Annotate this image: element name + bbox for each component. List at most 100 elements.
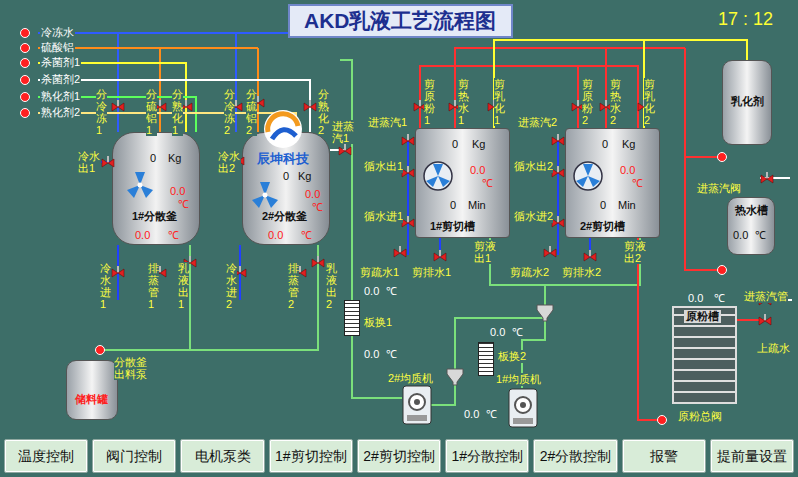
inlet-valve-icon[interactable] — [20, 108, 30, 118]
valve-label: 上疏水 — [757, 342, 790, 355]
funnel-icon — [446, 368, 464, 386]
company-logo: 辰坤科技 — [257, 151, 309, 166]
valve-icon[interactable] — [393, 246, 407, 258]
reading-value: 0.0 — [170, 185, 185, 198]
reading-unit: ℃ — [632, 177, 643, 190]
valve-label: 剪原粉1 — [424, 78, 435, 126]
inlet-valve-icon[interactable] — [20, 43, 30, 53]
nav-button[interactable]: 1#分散控制 — [445, 439, 529, 473]
vessel-name: 1#剪切槽 — [430, 220, 475, 233]
valve-icon[interactable] — [760, 172, 774, 184]
valve-label: 原粉总阀 — [678, 410, 722, 423]
vessel-name: 储料罐 — [75, 393, 108, 406]
valve-icon[interactable] — [303, 100, 317, 112]
valve-icon[interactable] — [551, 134, 565, 146]
valve-label: 分冷冻1 — [96, 88, 107, 136]
valve-icon[interactable] — [433, 250, 447, 262]
nav-button[interactable]: 2#分散控制 — [533, 439, 617, 473]
pump-icon[interactable] — [657, 415, 667, 425]
vessel-name: 原粉槽 — [684, 310, 721, 323]
reading-unit: ℃ — [301, 229, 312, 242]
valve-label: 剪热水1 — [458, 78, 469, 126]
reading-value: 0 — [450, 199, 456, 212]
pump-icon[interactable] — [95, 345, 105, 355]
funnel-icon — [536, 304, 554, 322]
valve-icon[interactable] — [101, 156, 115, 168]
valve-icon[interactable] — [583, 250, 597, 262]
reading-value: 0.0 — [470, 164, 485, 177]
valve-icon[interactable] — [543, 246, 557, 258]
valve-icon[interactable] — [338, 144, 352, 156]
reading-value: 0.0 — [688, 292, 703, 305]
inlet-valve-icon[interactable] — [20, 92, 30, 102]
pump-icon[interactable] — [717, 152, 727, 162]
vessel-name: 乳化剂 — [731, 95, 764, 108]
reading-value: 0 — [283, 170, 289, 183]
valve-label: 剪排水1 — [412, 266, 451, 279]
process-diagram: 冷冻水硫酸铝杀菌剂1杀菌剂2熟化剂1熟化剂21#分散釜2#分散釜1#剪切槽2#剪… — [0, 0, 798, 437]
homogenizer-icon — [402, 385, 432, 425]
nav-button[interactable]: 电机泵类 — [180, 439, 264, 473]
nav-button[interactable]: 1#剪切控制 — [269, 439, 353, 473]
nav-button[interactable]: 报警 — [622, 439, 706, 473]
inlet-label: 硫酸铝 — [40, 41, 75, 54]
valve-label: 冷水出2 — [218, 150, 241, 174]
reading-unit: Kg — [298, 170, 311, 183]
reading-unit: Kg — [622, 138, 635, 151]
inlet-valve-icon[interactable] — [20, 75, 30, 85]
reading-unit: ℃ — [386, 285, 397, 298]
nav-button[interactable]: 温度控制 — [4, 439, 88, 473]
clock: 17 : 12 — [718, 8, 773, 30]
homogenizer-icon — [508, 388, 538, 428]
agitator-icon — [125, 170, 157, 202]
valve-label: 剪疏水1 — [360, 266, 399, 279]
reading-value: 0.0 — [733, 229, 748, 242]
valve-label: 分熟化1 — [172, 88, 183, 136]
reading-unit: Kg — [472, 138, 485, 151]
inlet-valve-icon[interactable] — [20, 58, 30, 68]
valve-label: 剪液出1 — [474, 240, 497, 264]
inlet-label: 杀菌剂2 — [40, 73, 81, 86]
valve-label: 分熟化2 — [318, 88, 329, 136]
valve-label: 剪热水2 — [610, 78, 621, 126]
reading-unit: ℃ — [312, 201, 323, 214]
reading-value: 0.0 — [268, 229, 283, 242]
valve-label: 进蒸汽阀 — [697, 182, 741, 195]
reading-value: 0.0 — [305, 188, 320, 201]
valve-icon[interactable] — [111, 266, 125, 278]
reading-value: 0.0 — [490, 326, 505, 339]
valve-label: 分冷冻2 — [224, 88, 235, 136]
valve-label: 剪原粉2 — [582, 78, 593, 126]
valve-label: 进蒸汽管 — [744, 290, 788, 303]
valve-icon[interactable] — [311, 256, 325, 268]
reading-unit: Min — [468, 199, 486, 212]
reading-unit: ℃ — [755, 229, 766, 242]
valve-icon[interactable] — [758, 314, 772, 326]
agitator-icon — [250, 180, 282, 212]
inlet-label: 冷冻水 — [40, 26, 75, 39]
valve-label: 剪排水2 — [562, 266, 601, 279]
reading-value: 0.0 — [364, 348, 379, 361]
storage-drum — [66, 360, 118, 420]
inlet-label: 杀菌剂1 — [40, 56, 81, 69]
valve-label: 乳液出2 — [326, 262, 337, 310]
company-logo-icon — [262, 108, 304, 150]
reading-unit: ℃ — [178, 198, 189, 211]
pump-icon[interactable] — [717, 265, 727, 275]
vessel-name: 热水槽 — [735, 204, 768, 217]
valve-label: 乳液出1 — [178, 262, 189, 310]
nav-button[interactable]: 阀门控制 — [92, 439, 176, 473]
valve-label: 排蒸管2 — [288, 262, 299, 310]
reading-unit: ℃ — [486, 408, 497, 421]
valve-icon[interactable] — [401, 134, 415, 146]
reading-value: 0 — [452, 138, 458, 151]
nav-button[interactable]: 提前量设置 — [710, 439, 794, 473]
valve-icon[interactable] — [111, 100, 125, 112]
dispersion-kettle — [112, 132, 200, 245]
valve-label: 循水出1 — [364, 160, 403, 173]
reading-value: 0 — [602, 138, 608, 151]
nav-button[interactable]: 2#剪切控制 — [357, 439, 441, 473]
reading-unit: ℃ — [714, 292, 725, 305]
valve-label: 分硫铝1 — [146, 88, 157, 136]
inlet-valve-icon[interactable] — [20, 28, 30, 38]
